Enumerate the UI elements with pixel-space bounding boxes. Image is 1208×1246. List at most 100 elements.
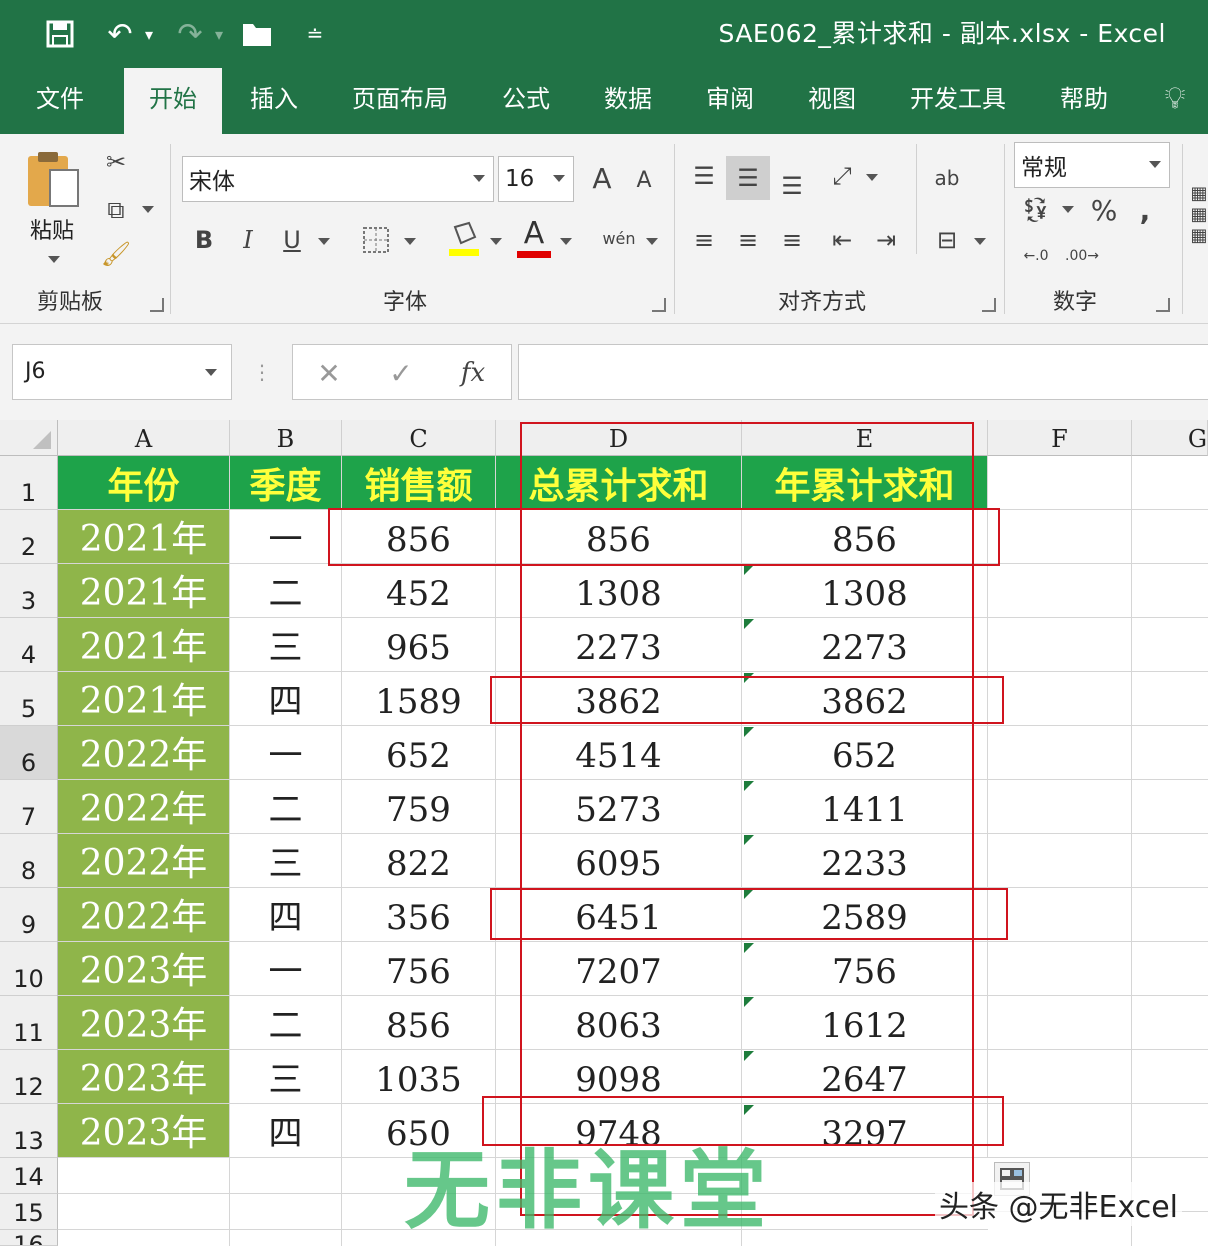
align-left-icon[interactable]: ≡ <box>686 220 722 260</box>
table-cell-sales[interactable]: 756 <box>342 942 496 996</box>
align-right-icon[interactable]: ≡ <box>774 220 810 260</box>
font-name-combo[interactable]: 宋体 <box>182 156 494 202</box>
table-cell-year-cumulative[interactable]: 652 <box>742 726 988 780</box>
table-cell-quarter[interactable]: 四 <box>230 888 342 942</box>
table-cell-year[interactable]: 2022年 <box>58 834 230 888</box>
percent-button[interactable]: % <box>1086 190 1122 230</box>
more-options-icon[interactable]: ⋮ <box>250 352 274 392</box>
table-cell-year[interactable]: 2023年 <box>58 996 230 1050</box>
table-cell-quarter[interactable]: 四 <box>230 1104 342 1158</box>
table-cell-year[interactable]: 2021年 <box>58 618 230 672</box>
paste-icon[interactable] <box>22 148 86 212</box>
row-header[interactable]: 1 <box>0 456 58 510</box>
cell-e1[interactable]: 年累计求和 <box>742 456 988 510</box>
column-header-c[interactable]: C <box>342 420 496 456</box>
cell-b1[interactable]: 季度 <box>230 456 342 510</box>
lightbulb-icon[interactable]: 💡︎ <box>1150 68 1200 134</box>
paste-dropdown-icon[interactable] <box>48 256 60 263</box>
tab-page-layout[interactable]: 页面布局 <box>340 68 460 134</box>
decrease-indent-icon[interactable]: ⇤ <box>822 220 862 260</box>
formula-input[interactable] <box>518 344 1208 400</box>
currency-dropdown-icon[interactable] <box>1062 206 1074 213</box>
font-color-dropdown-icon[interactable] <box>560 238 572 245</box>
table-cell-quarter[interactable]: 三 <box>230 618 342 672</box>
tab-home[interactable]: 开始 <box>124 68 222 134</box>
cell-d1[interactable]: 总累计求和 <box>496 456 742 510</box>
undo-icon[interactable]: ↶ <box>100 14 140 54</box>
column-header-g[interactable]: G <box>1132 420 1208 456</box>
table-cell-sales[interactable]: 356 <box>342 888 496 942</box>
table-cell-year-cumulative[interactable]: 856 <box>742 510 988 564</box>
table-cell-total-cumulative[interactable]: 856 <box>496 510 742 564</box>
column-header-f[interactable]: F <box>988 420 1132 456</box>
underline-dropdown-icon[interactable] <box>318 238 330 245</box>
undo-dropdown-icon[interactable]: ▾ <box>140 14 158 54</box>
tab-review[interactable]: 审阅 <box>692 68 768 134</box>
underline-button[interactable]: U <box>276 220 308 260</box>
table-cell-total-cumulative[interactable]: 5273 <box>496 780 742 834</box>
clipboard-launcher-icon[interactable] <box>150 298 164 312</box>
table-cell-year[interactable]: 2022年 <box>58 726 230 780</box>
border-icon[interactable] <box>358 222 394 258</box>
table-cell-total-cumulative[interactable]: 6451 <box>496 888 742 942</box>
row-header-selected[interactable]: 6 <box>0 726 58 780</box>
tab-data[interactable]: 数据 <box>590 68 666 134</box>
table-cell-sales[interactable]: 1589 <box>342 672 496 726</box>
table-cell-year-cumulative[interactable]: 3862 <box>742 672 988 726</box>
table-cell-quarter[interactable]: 三 <box>230 1050 342 1104</box>
tab-help[interactable]: 帮助 <box>1046 68 1122 134</box>
cancel-icon[interactable]: ✕ <box>309 353 349 393</box>
row-header[interactable]: 9 <box>0 888 58 942</box>
row-header[interactable]: 11 <box>0 996 58 1050</box>
save-icon[interactable] <box>40 14 80 54</box>
table-cell-total-cumulative[interactable]: 8063 <box>496 996 742 1050</box>
table-cell-year-cumulative[interactable]: 2233 <box>742 834 988 888</box>
italic-button[interactable]: I <box>232 220 264 260</box>
table-cell-sales[interactable]: 652 <box>342 726 496 780</box>
redo-dropdown-icon[interactable]: ▾ <box>210 14 228 54</box>
paste-button[interactable]: 粘贴 <box>20 214 84 244</box>
increase-decimal-icon[interactable]: ←.0 <box>1016 238 1056 274</box>
row-header[interactable]: 15 <box>0 1194 58 1230</box>
table-cell-quarter[interactable]: 二 <box>230 564 342 618</box>
font-color-button[interactable]: A <box>514 216 554 258</box>
copy-icon[interactable]: ⧉ <box>98 192 134 228</box>
row-header[interactable]: 2 <box>0 510 58 564</box>
row-header[interactable]: 10 <box>0 942 58 996</box>
row-header[interactable]: 14 <box>0 1158 58 1194</box>
merge-dropdown-icon[interactable] <box>974 238 986 245</box>
table-cell-total-cumulative[interactable]: 3862 <box>496 672 742 726</box>
table-cell-total-cumulative[interactable]: 9098 <box>496 1050 742 1104</box>
insert-function-icon[interactable]: fx <box>453 353 493 393</box>
font-launcher-icon[interactable] <box>652 298 666 312</box>
table-cell-total-cumulative[interactable]: 4514 <box>496 726 742 780</box>
font-size-combo[interactable]: 16 <box>498 156 574 202</box>
table-cell-year[interactable]: 2022年 <box>58 780 230 834</box>
styles-group-icon[interactable]: ▦ ▦ ▦ <box>1190 144 1208 284</box>
chevron-down-icon[interactable] <box>205 369 217 376</box>
table-cell-year[interactable]: 2022年 <box>58 888 230 942</box>
comma-style-button[interactable]: , <box>1130 190 1160 230</box>
table-cell-quarter[interactable]: 一 <box>230 942 342 996</box>
open-folder-icon[interactable] <box>238 14 278 54</box>
table-cell-quarter[interactable]: 四 <box>230 672 342 726</box>
decrease-font-button[interactable]: A <box>628 162 660 198</box>
table-cell-total-cumulative[interactable]: 2273 <box>496 618 742 672</box>
phonetic-dropdown-icon[interactable] <box>646 238 658 245</box>
table-cell-total-cumulative[interactable]: 7207 <box>496 942 742 996</box>
align-center-icon[interactable]: ≡ <box>730 220 766 260</box>
increase-indent-icon[interactable]: ⇥ <box>866 220 906 260</box>
select-all-corner[interactable] <box>0 420 58 456</box>
merge-center-icon[interactable]: ⊟ <box>926 220 968 260</box>
column-header-e[interactable]: E <box>742 420 988 456</box>
cell-c1[interactable]: 销售额 <box>342 456 496 510</box>
table-cell-year[interactable]: 2023年 <box>58 1050 230 1104</box>
bold-button[interactable]: B <box>188 220 220 260</box>
table-cell-sales[interactable]: 759 <box>342 780 496 834</box>
table-cell-year[interactable]: 2021年 <box>58 510 230 564</box>
table-cell-year[interactable]: 2021年 <box>58 564 230 618</box>
table-cell-year-cumulative[interactable]: 1411 <box>742 780 988 834</box>
fill-color-icon[interactable] <box>444 218 484 258</box>
decrease-decimal-icon[interactable]: .00→ <box>1062 238 1102 274</box>
tab-insert[interactable]: 插入 <box>236 68 312 134</box>
